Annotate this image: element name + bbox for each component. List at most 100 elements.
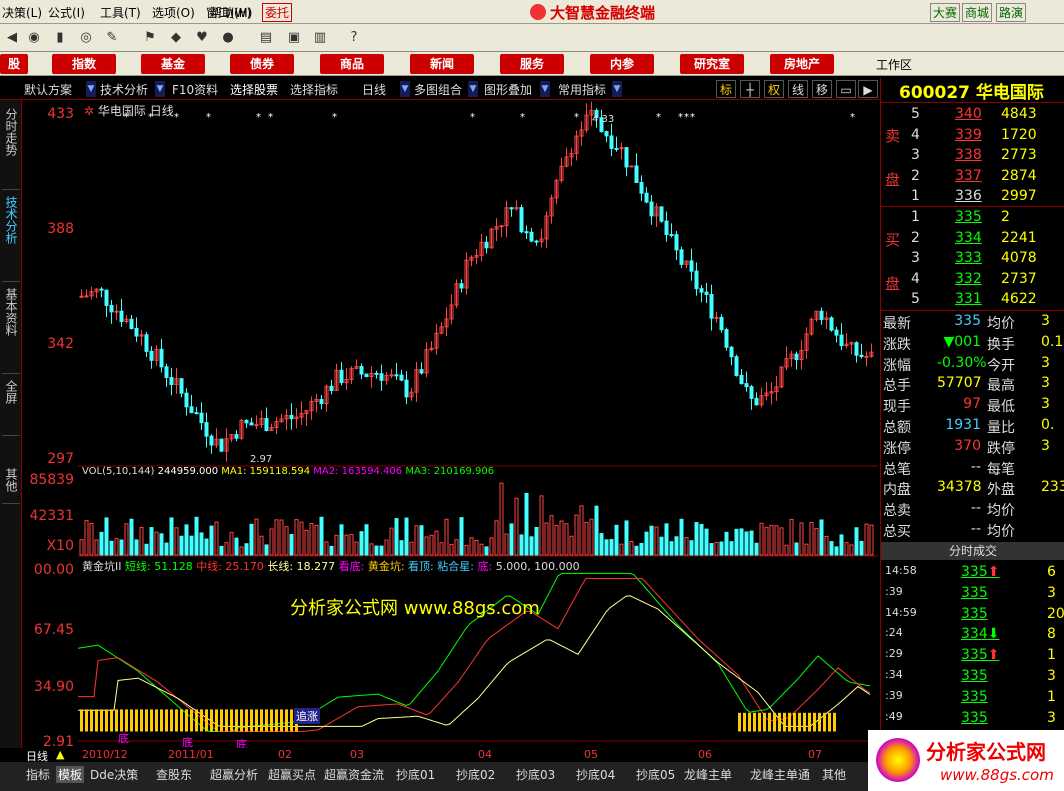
binoculars-icon[interactable]: ◎ (76, 28, 96, 48)
dropdown-arrow-icon[interactable]: ▼ (468, 81, 478, 97)
contest-button[interactable]: 大赛 (930, 3, 961, 22)
bottom-tab[interactable]: 超赢买点 (268, 766, 316, 783)
menu-decision[interactable]: 决策(L) (2, 4, 42, 21)
common-indicators-menu[interactable]: 常用指标 (558, 81, 606, 98)
f10-menu[interactable]: F10资料 (172, 81, 218, 98)
nav-insider[interactable]: 内参 (590, 54, 654, 74)
nav-fund[interactable]: 基金 (141, 54, 205, 74)
flag-icon[interactable]: ⚑ (140, 28, 160, 48)
buy-price[interactable]: 331 (955, 291, 982, 307)
window-icon[interactable]: ▣ (284, 28, 304, 48)
sell-price[interactable]: 337 (955, 168, 982, 184)
bottom-tab[interactable]: 查股东 (156, 766, 192, 783)
nav-realestate[interactable]: 房地产 (770, 54, 834, 74)
tab-fullscreen[interactable]: 全屏 (2, 376, 20, 436)
books-icon[interactable]: ▥ (310, 28, 330, 48)
bars-icon[interactable]: ▮ (50, 28, 70, 48)
volume-bar (319, 516, 324, 556)
bottom-tab[interactable]: 抄底01 (396, 766, 435, 783)
stat-label: 总笔 (883, 461, 911, 478)
printer-icon[interactable]: ▤ (256, 28, 276, 48)
tab-intraday[interactable]: 分时走势 (2, 104, 20, 190)
move-button[interactable]: 移 (812, 80, 832, 98)
x-date: 2010/12 (82, 748, 128, 761)
default-scheme-menu[interactable]: 默认方案 (24, 81, 72, 98)
roadshow-button[interactable]: 路演 (996, 3, 1027, 22)
volume-bar (234, 537, 239, 556)
dropdown-arrow-icon[interactable]: ▼ (540, 81, 550, 97)
dropdown-arrow-icon[interactable]: ▼ (612, 81, 622, 97)
panel-toggle-icon[interactable]: ▶ (858, 80, 878, 98)
nav-research[interactable]: 研究室 (680, 54, 744, 74)
bottom-tab[interactable]: 龙峰主单通 (750, 766, 810, 783)
sell-price[interactable]: 340 (955, 106, 982, 122)
workspace-label[interactable]: 工作区 (876, 56, 912, 73)
dropdown-arrow-icon[interactable]: ▼ (86, 81, 96, 97)
period-menu[interactable]: 日线 (362, 81, 386, 98)
entrust-button[interactable]: 委托 (262, 3, 293, 22)
buy-price[interactable]: 335 (955, 209, 982, 225)
x-axis: 日线 ▲ 2010/12 2011/01 02 03 04 05 06 07 (0, 748, 880, 763)
tab-basic[interactable]: 基本资料 (2, 284, 20, 374)
nav-news[interactable]: 新闻 (410, 54, 474, 74)
tab-technical[interactable]: 技术分析 (2, 192, 20, 282)
menu-tools[interactable]: 工具(T) (100, 4, 141, 21)
bottom-tab[interactable]: Dde决策 (90, 766, 138, 783)
nav-bar: 股 指数 基金 债券 商品 新闻 服务 内参 研究室 房地产 工作区 (0, 52, 1064, 76)
buy-price[interactable]: 332 (955, 271, 982, 287)
nav-service[interactable]: 服务 (500, 54, 564, 74)
pen-icon[interactable]: ✎ (102, 28, 122, 48)
ticks-header[interactable]: 分时成交 (881, 542, 1064, 560)
sell-price[interactable]: 338 (955, 147, 982, 163)
overlay-menu[interactable]: 图形叠加 (484, 81, 532, 98)
bottom-tab[interactable]: 其他 (822, 766, 846, 783)
bottom-tab[interactable]: 抄底03 (516, 766, 555, 783)
candle-body (484, 241, 489, 249)
diamond-icon[interactable]: ◆ (166, 28, 186, 48)
bottom-tab[interactable]: 抄底05 (636, 766, 675, 783)
help-icon[interactable]: ? (344, 28, 364, 48)
mark-button[interactable]: 标 (716, 80, 736, 98)
stat-value: 34378 (937, 479, 982, 496)
bottom-tab[interactable]: 抄底04 (576, 766, 615, 783)
menu-help[interactable]: 帮助(H) (210, 4, 252, 21)
window-icon[interactable]: ▭ (836, 80, 856, 98)
nav-stock[interactable]: 股 (0, 54, 28, 74)
back-icon[interactable]: ◀ (2, 28, 22, 48)
ind-golden-pit: 黄金坑: (367, 560, 405, 573)
sell-price[interactable]: 339 (955, 127, 982, 143)
bottom-tab[interactable]: 模板 (56, 766, 85, 783)
bottom-tab[interactable]: 指标 (26, 766, 50, 783)
tech-analysis-menu[interactable]: 技术分析 (100, 81, 148, 98)
tab-other[interactable]: 其他 (2, 464, 20, 504)
buy-price[interactable]: 334 (955, 230, 982, 246)
heart-icon[interactable]: ♥ (192, 28, 212, 48)
dropdown-arrow-icon[interactable]: ▼ (155, 81, 165, 97)
volume-bar (504, 533, 509, 556)
rights-button[interactable]: 权 (764, 80, 784, 98)
crosshair-icon[interactable]: ┼ (740, 80, 760, 98)
nav-commodity[interactable]: 商品 (320, 54, 384, 74)
buy-price[interactable]: 333 (955, 250, 982, 266)
nav-bond[interactable]: 债券 (230, 54, 294, 74)
bottom-tab[interactable]: 超赢分析 (210, 766, 258, 783)
golden-pit-bar (105, 709, 108, 732)
mall-button[interactable]: 商城 (962, 3, 993, 22)
dropdown-arrow-icon[interactable]: ▼ (400, 81, 410, 97)
bottom-tab[interactable]: 龙峰主单 (684, 766, 732, 783)
bottom-tab[interactable]: 超赢资金流 (324, 766, 384, 783)
circle-icon[interactable]: ● (218, 28, 238, 48)
menu-formula[interactable]: 公式(I) (48, 4, 85, 21)
nav-index[interactable]: 指数 (52, 54, 116, 74)
line-button[interactable]: 线 (788, 80, 808, 98)
eye-icon[interactable]: ◉ (24, 28, 44, 48)
menu-options[interactable]: 选项(O) (152, 4, 195, 21)
kline-chart[interactable]: * * * * * * * * * * * * * * * 4.33 2.97 (78, 100, 878, 762)
sell-price[interactable]: 336 (955, 188, 982, 204)
multi-chart-menu[interactable]: 多图组合 (414, 81, 462, 98)
bottom-tab[interactable]: 抄底02 (456, 766, 495, 783)
candle-body (199, 412, 204, 424)
select-stock-button[interactable]: 选择股票 (230, 81, 278, 98)
golden-pit-bar (230, 709, 233, 732)
select-indicator-button[interactable]: 选择指标 (290, 81, 338, 98)
